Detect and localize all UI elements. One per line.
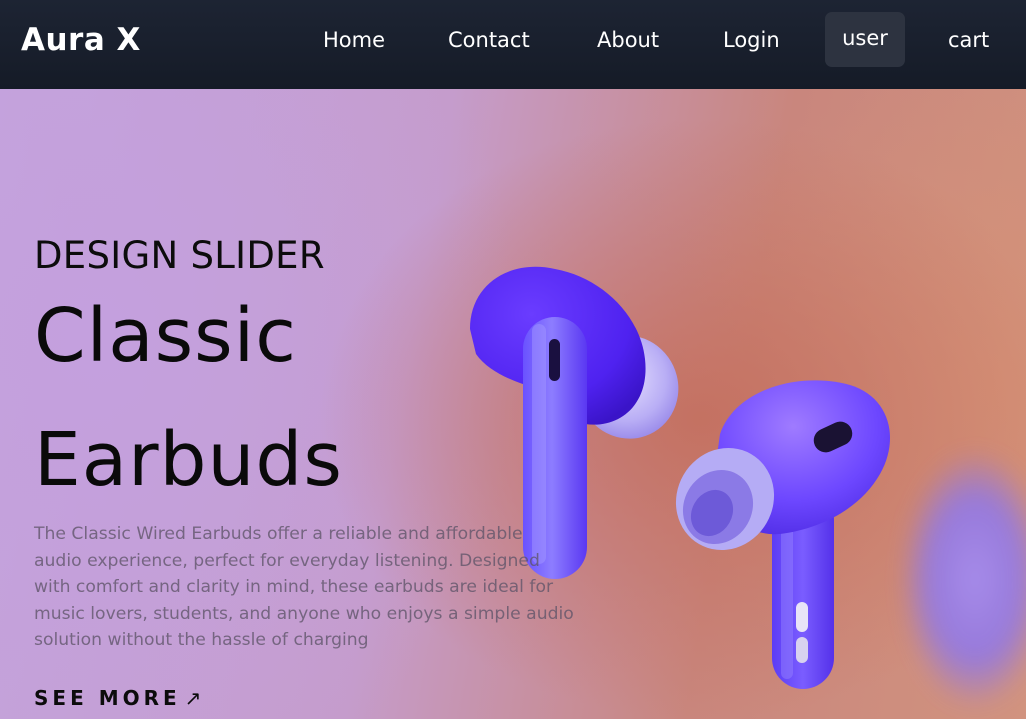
page: Aura X Home Contact About Login user car… (0, 0, 1026, 719)
hero-eyebrow: DESIGN SLIDER (34, 234, 325, 277)
hero-description: The Classic Wired Earbuds offer a reliab… (34, 524, 574, 650)
hero-title-line-1: Classic (34, 293, 297, 379)
see-more-label: SEE MORE (34, 686, 181, 710)
nav-contact-link[interactable]: Contact (448, 28, 530, 52)
user-button[interactable]: user (825, 12, 905, 67)
navbar: Aura X Home Contact About Login user car… (0, 0, 1026, 89)
nav-home-link[interactable]: Home (323, 28, 385, 52)
nav-login-link[interactable]: Login (723, 28, 780, 52)
hero-slider: DESIGN SLIDER Classic Earbuds The Classi… (0, 89, 1026, 719)
arrow-up-right-icon: ↗ (184, 686, 202, 710)
see-more-link[interactable]: SEE MORE ↗ (34, 686, 201, 710)
cart-link[interactable]: cart (948, 28, 989, 52)
nav-about-link[interactable]: About (597, 28, 659, 52)
hero-title-line-2: Earbuds (34, 417, 343, 503)
brand-logo[interactable]: Aura X (21, 22, 141, 58)
